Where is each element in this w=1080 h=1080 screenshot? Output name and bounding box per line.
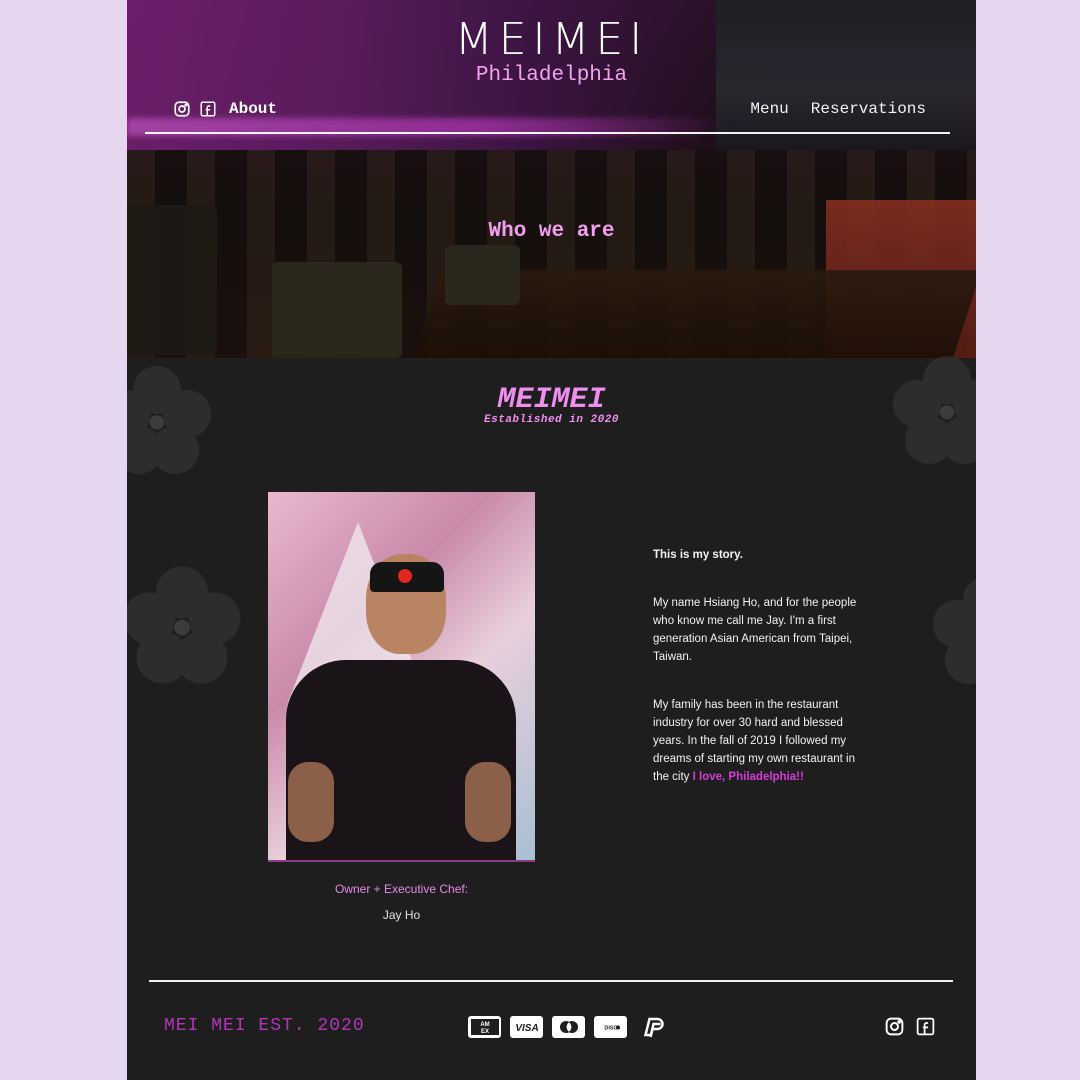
nav-right: Menu Reservations [750,100,926,118]
footer-established: MEI MEI EST. 2020 [164,1016,365,1036]
story-paragraph-1: My name Hsiang Ho, and for the people wh… [653,597,857,663]
story-logo: MEIMEI Established in 2020 [127,384,976,426]
page: MEIMEI Philadelphia About Menu Reservati… [127,0,976,1080]
nav-menu-link[interactable]: Menu [750,100,788,118]
story-lead: This is my story. [653,549,743,561]
instagram-icon[interactable] [173,100,191,118]
hero-banner: MEIMEI Philadelphia About Menu Reservati… [127,0,976,358]
blossom-decoration-icon [933,578,976,684]
story-highlight: I love, Philadelphia!! [692,771,804,783]
chef-role-caption: Owner + Executive Chef: [334,882,469,896]
story-logo-subtitle: Established in 2020 [484,414,619,426]
footer-divider [149,980,953,982]
facebook-icon[interactable] [199,100,217,118]
amex-icon: AM EX [468,1016,501,1038]
nav-reservations-link[interactable]: Reservations [811,100,926,118]
blossom-decoration-icon [127,566,241,684]
mastercard-icon [552,1016,585,1038]
story-logo-title: MEIMEI [497,383,606,417]
footer-social [884,1016,936,1037]
discover-icon: DISC [594,1016,627,1038]
facebook-icon[interactable] [915,1016,936,1037]
payment-methods: AM EX VISA DISC [468,1016,669,1038]
svg-text:EX: EX [480,1029,488,1035]
hero-heading: Who we are [488,220,615,243]
nav-about-link[interactable]: About [229,100,277,118]
svg-text:DISC: DISC [604,1026,617,1032]
svg-text:AM: AM [480,1022,489,1028]
svg-text:VISA: VISA [515,1023,538,1034]
story-paragraph-2: My family has been in the restaurant ind… [653,696,863,786]
nav-divider [145,132,950,134]
brand-title[interactable]: MEIMEI [127,14,976,65]
story-text: This is my story. My name Hsiang Ho, and… [653,546,863,816]
chef-photo [268,492,535,862]
paypal-icon [636,1016,669,1038]
visa-icon: VISA [510,1016,543,1038]
instagram-icon[interactable] [884,1016,905,1037]
chef-name-caption: Jay Ho [382,908,421,922]
nav-left: About [173,100,277,118]
brand-city: Philadelphia [475,64,628,87]
